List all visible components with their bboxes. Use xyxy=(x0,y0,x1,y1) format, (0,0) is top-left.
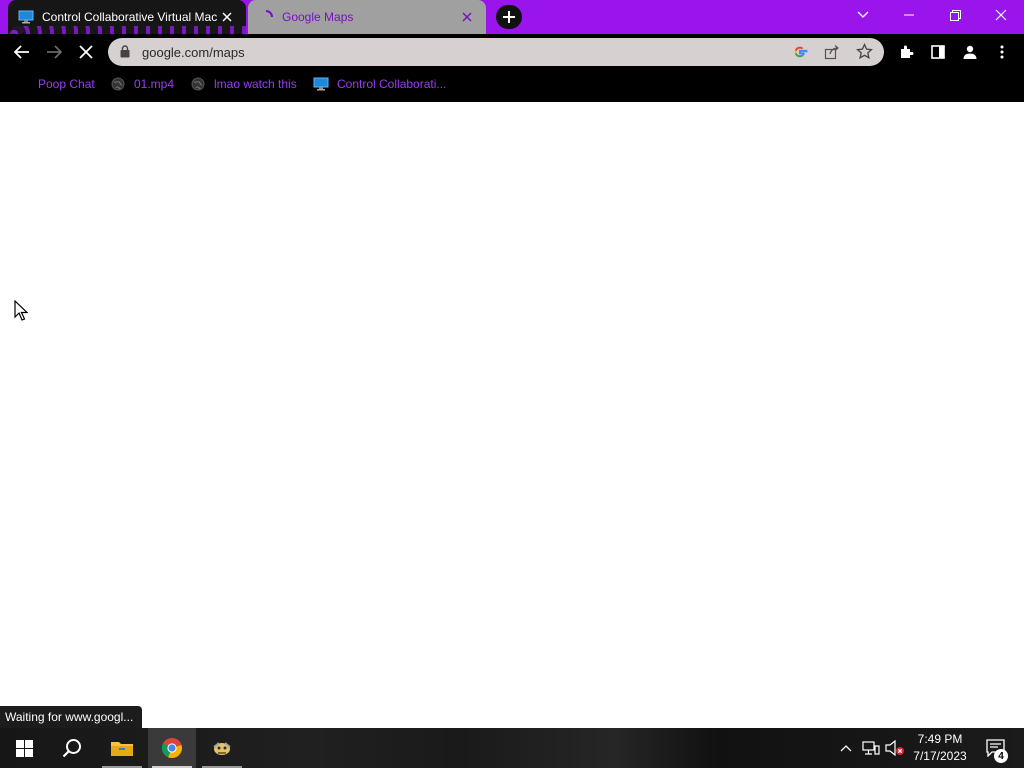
chevron-up-icon xyxy=(840,745,852,752)
notification-badge: 4 xyxy=(994,749,1008,763)
new-tab-button[interactable] xyxy=(496,5,522,29)
url-text: google.com/maps xyxy=(142,45,245,60)
star-icon[interactable] xyxy=(855,42,874,65)
clock-time: 7:49 PM xyxy=(917,732,963,746)
taskbar: 7:49 PM 7/17/2023 4 xyxy=(0,728,1024,768)
network-button[interactable] xyxy=(860,728,882,768)
arrow-right-icon xyxy=(47,45,62,59)
app-button[interactable] xyxy=(198,728,246,768)
loading-spinner-icon xyxy=(258,10,274,24)
clock-button[interactable]: 7:49 PM 7/17/2023 xyxy=(908,728,972,768)
bookmark-label: 01.mp4 xyxy=(134,77,175,91)
bookmark-control-collaborative[interactable]: Control Collaborati... xyxy=(313,70,446,98)
tab-title: Control Collaborative Virtual Mac xyxy=(42,10,218,24)
globe-icon xyxy=(190,76,206,92)
show-hidden-icons-button[interactable] xyxy=(836,728,856,768)
restore-icon xyxy=(949,9,961,21)
folder-icon xyxy=(111,742,133,756)
status-bubble: Waiting for www.googl... xyxy=(0,706,143,728)
close-icon[interactable] xyxy=(458,8,476,26)
chrome-icon xyxy=(161,738,182,759)
plus-icon xyxy=(503,11,515,23)
google-icon[interactable] xyxy=(792,44,808,65)
tab-search-button[interactable] xyxy=(840,0,886,30)
chrome-button[interactable] xyxy=(148,728,196,768)
minimize-button[interactable] xyxy=(886,0,932,30)
tab-control-collaborative[interactable]: Control Collaborative Virtual Mac xyxy=(8,0,246,34)
puzzle-icon xyxy=(901,45,914,58)
minimize-icon xyxy=(904,14,914,16)
user-icon xyxy=(963,45,977,59)
menu-button[interactable] xyxy=(988,38,1016,66)
globe-icon xyxy=(110,76,126,92)
kebab-menu-icon xyxy=(1000,45,1004,59)
lock-icon xyxy=(120,45,130,63)
bookmark-poop-chat[interactable]: Poop Chat xyxy=(38,70,95,98)
monitor-icon xyxy=(18,10,34,24)
monitor-icon xyxy=(313,76,329,92)
clock-date: 7/17/2023 xyxy=(913,749,967,763)
close-icon[interactable] xyxy=(218,8,236,26)
tab-title: Google Maps xyxy=(282,10,354,24)
bookmark-lmao-watch-this[interactable]: lmao watch this xyxy=(190,70,297,98)
arrow-left-icon xyxy=(14,45,29,59)
tab-google-maps[interactable]: Google Maps xyxy=(248,0,486,34)
extensions-button[interactable] xyxy=(892,38,920,66)
back-button[interactable] xyxy=(8,38,36,66)
forward-button[interactable] xyxy=(40,38,68,66)
bookmark-01-mp4[interactable]: 01.mp4 xyxy=(110,70,174,98)
volume-button[interactable] xyxy=(884,728,906,768)
bookmark-label: lmao watch this xyxy=(214,77,297,91)
stop-icon xyxy=(79,45,93,59)
chevron-down-icon xyxy=(857,11,869,18)
share-icon[interactable] xyxy=(824,44,840,65)
search-button[interactable] xyxy=(48,728,96,768)
restore-button[interactable] xyxy=(932,0,978,30)
start-button[interactable] xyxy=(0,728,48,768)
bookmark-label: Control Collaborati... xyxy=(337,77,447,91)
page-content[interactable] xyxy=(0,102,1024,728)
browser-toolbar: google.com/maps xyxy=(0,34,1024,70)
address-bar[interactable]: google.com/maps xyxy=(108,38,884,66)
mouse-cursor-icon xyxy=(14,299,29,327)
windows-icon xyxy=(15,739,33,757)
close-icon xyxy=(995,9,1007,21)
close-window-button[interactable] xyxy=(978,0,1024,30)
notification-center-button[interactable]: 4 xyxy=(976,728,1016,768)
app-icon xyxy=(213,742,231,755)
browser-titlebar: Control Collaborative Virtual Mac Google… xyxy=(0,0,1024,34)
file-explorer-button[interactable] xyxy=(98,728,146,768)
bookmarks-bar: Poop Chat 01.mp4 lmao watch this Control… xyxy=(0,70,1024,102)
profile-button[interactable] xyxy=(956,38,984,66)
bookmark-label: Poop Chat xyxy=(38,77,95,91)
side-panel-icon xyxy=(931,45,945,59)
side-panel-button[interactable] xyxy=(924,38,952,66)
network-icon xyxy=(862,741,880,755)
volume-muted-icon xyxy=(885,740,904,756)
status-text: Waiting for www.googl... xyxy=(5,710,134,724)
stop-loading-button[interactable] xyxy=(72,38,100,66)
search-icon xyxy=(62,739,81,758)
